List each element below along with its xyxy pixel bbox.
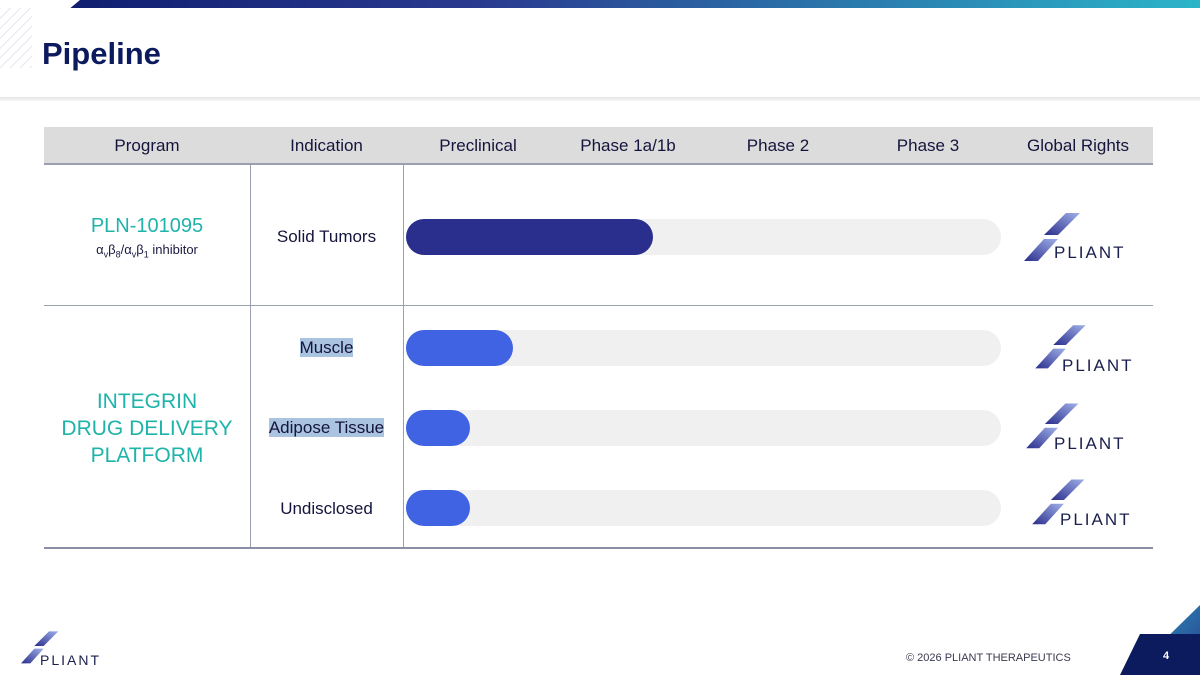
mechanism-text-4: β <box>136 242 144 257</box>
progress-bar-solid-tumors <box>406 219 653 255</box>
indication-label: Muscle <box>299 338 354 357</box>
header-phase-2: Phase 2 <box>746 136 810 155</box>
progress-track <box>406 330 1001 366</box>
indication-undisclosed: Undisclosed <box>250 499 403 519</box>
global-rights-logo: PLIANT <box>1022 396 1132 456</box>
indication-label: Undisclosed <box>280 499 373 518</box>
header-indication: Indication <box>290 136 363 155</box>
platform-line-3: PLATFORM <box>90 444 204 467</box>
header-phase-1: Phase 1a/1b <box>580 136 676 155</box>
slide-title: Pipeline <box>42 36 161 71</box>
header-preclinical: Preclinical <box>439 136 517 155</box>
header-program: Program <box>114 136 180 155</box>
indication-solid-tumors: Solid Tumors <box>250 227 403 247</box>
footer-logo: PLIANT <box>18 626 108 672</box>
table-bottom-rule <box>44 547 1153 549</box>
pliant-wordmark: PLIANT <box>1054 434 1126 453</box>
copyright-notice: © 2026 PLIANT THERAPEUTICS <box>906 652 1071 664</box>
platform-line-1: INTEGRIN <box>96 390 198 413</box>
column-divider-indication <box>403 165 404 547</box>
progress-bar-muscle <box>406 330 514 366</box>
mechanism-text-2: β <box>108 242 116 257</box>
footer-accent-block <box>1120 634 1200 675</box>
progress-track <box>406 219 1001 255</box>
pliant-wordmark: PLIANT <box>1060 510 1132 529</box>
indication-adipose-tissue: Adipose Tissue <box>250 418 403 438</box>
program-mechanism: αvβ8/αvβ1 inhibitor <box>44 242 250 260</box>
pliant-wordmark: PLIANT <box>40 652 102 668</box>
global-rights-logo: PLIANT <box>1030 318 1140 378</box>
indication-muscle: Muscle <box>250 338 403 358</box>
indication-label: Adipose Tissue <box>268 418 385 437</box>
progress-track <box>406 490 1001 526</box>
program-pln-101095: PLN-101095 <box>90 215 204 237</box>
page-number: 4 <box>1163 650 1170 662</box>
indication-label: Solid Tumors <box>276 227 377 246</box>
corner-hatch-pattern <box>0 8 32 68</box>
mechanism-text-3: /α <box>120 242 132 257</box>
title-divider <box>0 97 1200 101</box>
progress-bar-adipose-tissue <box>406 410 471 446</box>
progress-bar-undisclosed <box>406 490 471 526</box>
pliant-wordmark: PLIANT <box>1054 243 1126 262</box>
table-header-row: Program Indication Preclinical Phase 1a/… <box>44 127 1153 165</box>
top-accent-bar <box>0 0 1200 8</box>
global-rights-logo: PLIANT <box>1022 205 1132 265</box>
mechanism-text-5: inhibitor <box>148 242 198 257</box>
program-integrin-platform: INTEGRIN DRUG DELIVERY PLATFORM <box>44 388 250 469</box>
mechanism-text-1: α <box>96 242 104 257</box>
header-global-rights: Global Rights <box>1026 136 1130 155</box>
pliant-wordmark: PLIANT <box>1062 356 1134 375</box>
global-rights-logo: PLIANT <box>1028 472 1138 532</box>
progress-track <box>406 410 1001 446</box>
platform-line-2: DRUG DELIVERY <box>61 417 233 440</box>
row-divider <box>44 305 1153 306</box>
header-phase-3: Phase 3 <box>896 136 960 155</box>
